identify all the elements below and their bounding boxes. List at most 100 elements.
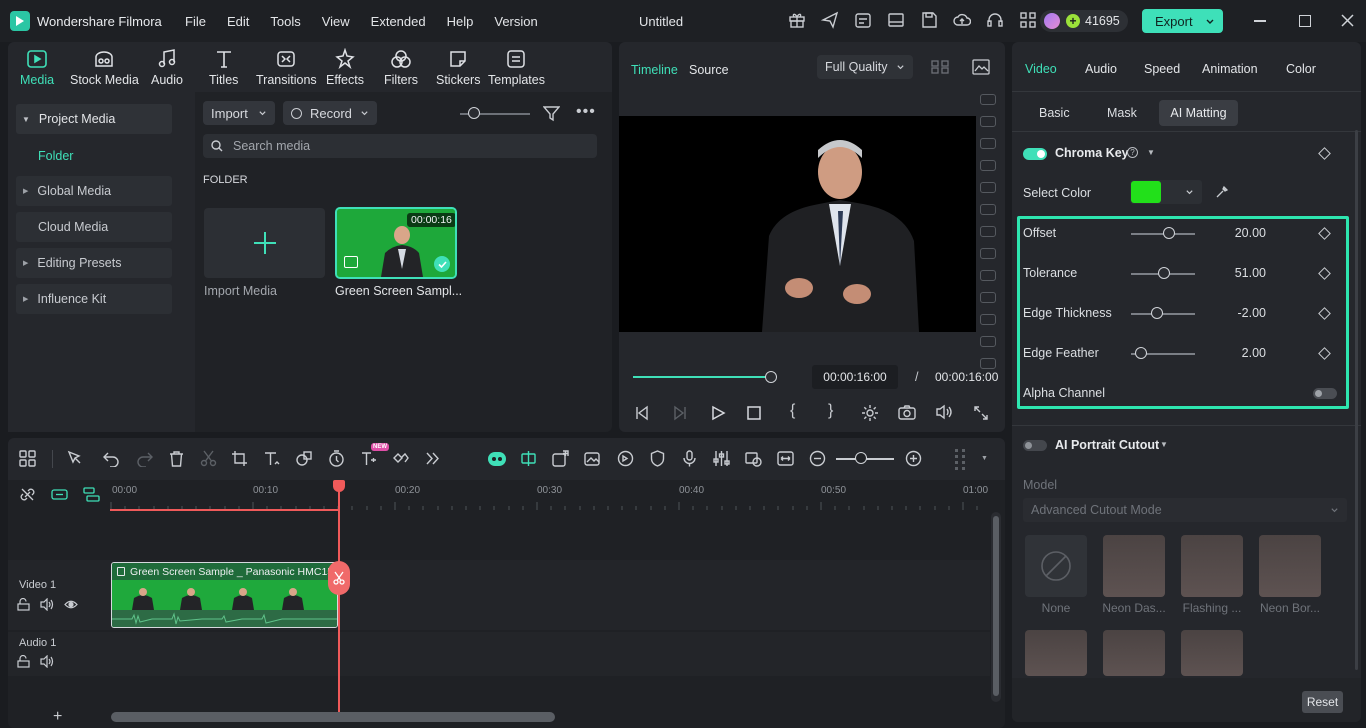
tab-audio-props[interactable]: Audio xyxy=(1085,62,1117,76)
snap-icon[interactable] xyxy=(520,450,537,467)
next-frame-icon[interactable] xyxy=(672,405,688,421)
sidebar-item-project-media[interactable]: ▼ Project Media xyxy=(16,104,172,134)
mark-out-icon[interactable]: } xyxy=(828,402,833,420)
preset-none[interactable] xyxy=(1025,535,1087,597)
param-slider-knob[interactable] xyxy=(1151,307,1163,319)
preview-scroll-strip[interactable]: document.write(Array.from({length:13},(_… xyxy=(976,92,1000,369)
speed-timer-icon[interactable] xyxy=(328,450,345,467)
timeline-vertical-scrollbar[interactable] xyxy=(991,512,1001,702)
cut-scissors-icon[interactable] xyxy=(200,450,217,467)
tab-animation[interactable]: Animation xyxy=(1202,62,1258,76)
preset-flashing[interactable] xyxy=(1181,535,1243,597)
menu-version[interactable]: Version xyxy=(494,14,537,29)
tab-transitions[interactable]: Transitions xyxy=(256,48,317,87)
undo-icon[interactable] xyxy=(103,450,120,467)
menu-view[interactable]: View xyxy=(322,14,350,29)
menu-help[interactable]: Help xyxy=(447,14,474,29)
import-dropdown[interactable]: Import xyxy=(203,101,275,125)
tab-filters[interactable]: Filters xyxy=(384,48,418,87)
thumbnail-size-knob[interactable] xyxy=(468,107,480,119)
chroma-key-toggle[interactable] xyxy=(1023,148,1047,160)
model-dropdown[interactable]: Advanced Cutout Mode xyxy=(1023,498,1347,522)
media-search-bar[interactable]: Search media xyxy=(203,134,597,158)
sidebar-item-editing-presets[interactable]: ▶ Editing Presets xyxy=(16,248,172,278)
caret-down-icon[interactable]: ▼ xyxy=(1147,148,1155,157)
speaker-icon[interactable] xyxy=(40,598,54,611)
preset-item[interactable] xyxy=(1103,630,1165,676)
param-value[interactable]: 20.00 xyxy=(1206,226,1266,240)
more-tools-icon[interactable] xyxy=(424,450,441,467)
video-preview[interactable] xyxy=(619,92,976,356)
tab-titles[interactable]: Titles xyxy=(209,48,238,87)
inspector-scrollbar[interactable] xyxy=(1355,130,1358,670)
camera-icon[interactable] xyxy=(898,404,916,420)
tab-color[interactable]: Color xyxy=(1286,62,1316,76)
search-input[interactable]: Search media xyxy=(233,139,310,153)
menu-tools[interactable]: Tools xyxy=(270,14,300,29)
menu-edit[interactable]: Edit xyxy=(227,14,249,29)
caret-down-icon[interactable]: ▼ xyxy=(981,455,988,462)
tab-source[interactable]: Source xyxy=(689,63,729,77)
sidebar-item-influence-kit[interactable]: ▶ Influence Kit xyxy=(16,284,172,314)
playback-progress-track[interactable] xyxy=(633,376,771,378)
crop-icon[interactable] xyxy=(231,450,248,467)
tab-stock-media[interactable]: Stock Media xyxy=(70,48,139,87)
tab-templates[interactable]: Templates xyxy=(488,48,545,87)
tab-speed[interactable]: Speed xyxy=(1144,62,1180,76)
preset-neon-dash[interactable] xyxy=(1103,535,1165,597)
preset-neon-border[interactable] xyxy=(1259,535,1321,597)
grid-view-icon[interactable] xyxy=(931,59,949,75)
preset-item[interactable] xyxy=(1025,630,1087,676)
sidebar-item-global-media[interactable]: ▶ Global Media xyxy=(16,176,172,206)
apps-grid-icon[interactable] xyxy=(1019,11,1039,31)
add-track-icon[interactable] xyxy=(552,450,569,467)
eyedropper-icon[interactable] xyxy=(1215,185,1229,199)
maximize-icon[interactable] xyxy=(1299,15,1311,27)
reset-button[interactable]: Reset xyxy=(1302,691,1343,713)
export-dropdown-icon[interactable] xyxy=(1205,16,1215,26)
param-value[interactable]: 51.00 xyxy=(1206,266,1266,280)
sidebar-item-cloud-media[interactable]: Cloud Media xyxy=(16,212,172,242)
calendar-icon[interactable] xyxy=(854,11,874,31)
menu-extended[interactable]: Extended xyxy=(371,14,426,29)
delete-icon[interactable] xyxy=(168,450,185,467)
quality-dropdown[interactable]: Full Quality xyxy=(817,55,913,79)
minimize-icon[interactable] xyxy=(1254,20,1266,22)
add-track-plus-icon[interactable]: + xyxy=(53,709,62,725)
filter-icon[interactable] xyxy=(543,105,560,122)
replace-clip-icon[interactable] xyxy=(745,450,762,467)
zoom-in-icon[interactable] xyxy=(905,450,922,467)
play-icon[interactable] xyxy=(710,405,726,421)
timeline-video-clip[interactable]: Green Screen Sample _ Panasonic HMC150 xyxy=(111,562,338,628)
fit-timeline-icon[interactable] xyxy=(777,450,794,467)
mark-in-icon[interactable]: { xyxy=(790,402,795,420)
layout-icon[interactable] xyxy=(887,11,907,31)
param-slider-track[interactable] xyxy=(1131,313,1195,315)
tab-media[interactable]: Media xyxy=(20,48,54,87)
tab-effects[interactable]: Effects xyxy=(326,48,364,87)
caret-down-icon[interactable]: ▼ xyxy=(1160,440,1168,449)
record-dropdown[interactable]: Record xyxy=(283,101,377,125)
track-manage-icon[interactable] xyxy=(83,487,100,502)
portrait-cutout-toggle[interactable] xyxy=(1023,440,1047,451)
subtab-basic[interactable]: Basic xyxy=(1039,106,1070,120)
audio-mixer-icon[interactable] xyxy=(713,450,730,467)
stop-icon[interactable] xyxy=(747,406,761,420)
headset-icon[interactable] xyxy=(986,11,1006,31)
ai-text-effect-icon[interactable] xyxy=(360,450,377,467)
sidebar-item-folder[interactable]: Folder xyxy=(38,149,73,163)
subtab-mask[interactable]: Mask xyxy=(1107,106,1137,120)
clip-thumbnail[interactable]: 00:00:16 xyxy=(335,207,457,279)
snapshot-image-icon[interactable] xyxy=(972,59,990,75)
previous-frame-icon[interactable] xyxy=(634,405,650,421)
subtab-ai-matting[interactable]: AI Matting xyxy=(1159,100,1238,126)
keyframe-path-icon[interactable] xyxy=(392,450,409,467)
cloud-upload-icon[interactable] xyxy=(953,11,973,31)
param-value[interactable]: 2.00 xyxy=(1206,346,1266,360)
fullscreen-icon[interactable] xyxy=(973,405,989,421)
alpha-channel-toggle[interactable] xyxy=(1313,388,1337,399)
close-icon[interactable] xyxy=(1341,14,1354,27)
split-scissors-button[interactable] xyxy=(328,561,350,595)
audio-sync-icon[interactable] xyxy=(617,450,634,467)
link-clips-icon[interactable] xyxy=(51,487,68,502)
